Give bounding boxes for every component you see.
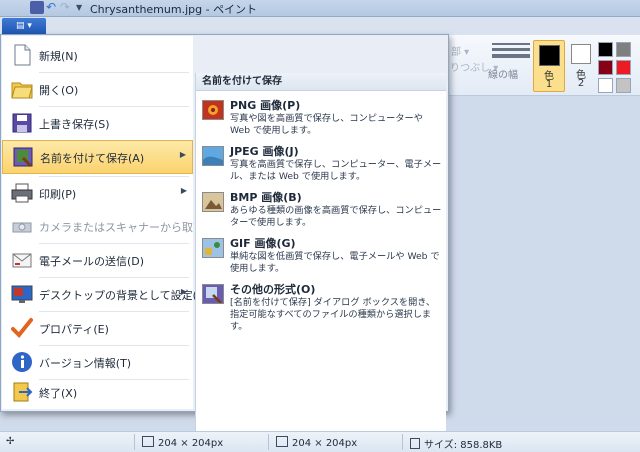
menu-item-label: バージョン情報(T) (39, 357, 132, 370)
submenu-item-title: GIF 画像(G) (230, 237, 296, 250)
menu-import-camera[interactable]: カメラまたはスキャナーから取り込み(M) (2, 210, 244, 242)
bmp-image-icon (202, 192, 224, 212)
printer-icon (11, 183, 33, 203)
application-menu: 新規(N) 開く(O) 上書き保存(S) 名前を付けて保存(A) ▶ 印刷(P)… (0, 34, 449, 443)
save-as-icon (13, 147, 33, 168)
menu-print[interactable]: 印刷(P) ▶ (2, 177, 193, 209)
file-size: サイズ: 858.8KB (410, 436, 502, 451)
menu-exit[interactable]: 終了(X) (2, 376, 193, 408)
submenu-item-desc: あらゆる種類の画像を高画質で保存し、コンピューターで使用します。 (230, 205, 442, 228)
new-file-icon (14, 44, 31, 66)
menu-item-label: プロパティ(E) (39, 323, 109, 336)
image-size-icon (276, 436, 288, 447)
status-divider (268, 434, 269, 450)
quick-access-dropdown-icon[interactable]: ▼ (76, 1, 90, 14)
submenu-arrow-icon: ▶ (179, 150, 186, 159)
status-divider (402, 434, 403, 450)
selection-size-icon (142, 436, 154, 447)
submenu-item-desc: [名前を付けて保存] ダイアログ ボックスを開き、指定可能なすべてのファイルの種… (230, 297, 436, 332)
menu-item-label: 開く(O) (39, 84, 79, 97)
submenu-item-title: JPEG 画像(J) (230, 145, 299, 158)
paint-menu-button[interactable]: ▤ ▾ (2, 18, 46, 34)
other-format-icon (202, 284, 224, 304)
menu-item-label: 名前を付けて保存(A) (40, 152, 145, 165)
info-icon (12, 352, 32, 372)
menu-item-label: 上書き保存(S) (39, 118, 110, 131)
save-as-gif[interactable]: GIF 画像(G) 単純な図を低画質で保存し、電子メールや Web で使用します… (196, 233, 446, 279)
save-as-other-format[interactable]: その他の形式(O) [名前を付けて保存] ダイアログ ボックスを開き、指定可能な… (196, 279, 446, 332)
checkmark-icon (11, 318, 33, 338)
palette-swatch[interactable] (598, 60, 613, 75)
submenu-item-desc: 単純な図を低画質で保存し、電子メールや Web で使用します。 (230, 251, 440, 274)
submenu-item-title: PNG 画像(P) (230, 99, 301, 112)
undo-icon[interactable]: ↶ (46, 1, 60, 14)
menu-item-label: 印刷(P) (39, 188, 77, 201)
palette-swatch[interactable] (598, 78, 613, 93)
gif-image-icon (202, 238, 224, 258)
email-icon (12, 253, 32, 268)
line-width-icon[interactable] (492, 40, 530, 61)
palette-swatch[interactable] (616, 78, 631, 93)
menu-item-label: 新規(N) (39, 50, 78, 63)
color2-swatch (571, 44, 591, 64)
menu-set-desktop[interactable]: デスクトップの背景として設定(B) ▶ (2, 278, 209, 310)
camera-scanner-icon (12, 222, 32, 233)
open-folder-icon (11, 82, 33, 99)
submenu-item-title: その他の形式(O) (230, 283, 316, 296)
save-as-bmp[interactable]: BMP 画像(B) あらゆる種類の画像を高画質で保存し、コンピューターで使用しま… (196, 187, 446, 233)
desktop-background-icon (11, 285, 33, 303)
status-bar: ✢ 204 × 204px 204 × 204px サイズ: 858.8KB (0, 431, 640, 452)
menu-send-email[interactable]: 電子メールの送信(D) (2, 244, 193, 276)
submenu-header: 名前を付けて保存 (196, 73, 446, 91)
color2-button[interactable]: 色 2 (568, 40, 594, 90)
palette-swatch[interactable] (616, 42, 631, 57)
jpeg-image-icon (202, 146, 224, 166)
selection-size: 204 × 204px (142, 436, 223, 449)
menu-item-label: 電子メールの送信(D) (39, 255, 145, 268)
exit-icon (13, 382, 33, 402)
save-as-jpeg[interactable]: JPEG 画像(J) 写真を高画質で保存し、コンピューター、電子メール、または … (196, 141, 446, 187)
submenu-item-desc: 写真を高画質で保存し、コンピューター、電子メール、または Web で使用します。 (230, 159, 442, 182)
palette-swatch[interactable] (616, 60, 631, 75)
cursor-position: ✢ (6, 436, 14, 447)
save-as-submenu: 名前を付けて保存 PNG 画像(P) 写真や図を高画質で保存し、コンピューターや… (195, 73, 446, 443)
submenu-item-title: BMP 画像(B) (230, 191, 302, 204)
color1-button[interactable]: 色 1 (533, 40, 565, 92)
save-as-png[interactable]: PNG 画像(P) 写真や図を高画質で保存し、コンピューターや Web で使用し… (196, 95, 446, 141)
cursor-crosshair-icon: ✢ (6, 436, 15, 447)
menu-save-as[interactable]: 名前を付けて保存(A) ▶ (2, 140, 193, 174)
color1-number: 1 (545, 79, 553, 90)
quick-save-icon[interactable] (30, 1, 44, 14)
window-title: Chrysanthemum.jpg - ペイント (90, 3, 258, 16)
menu-commands: 新規(N) 開く(O) 上書き保存(S) 名前を付けて保存(A) ▶ 印刷(P)… (2, 36, 244, 409)
submenu-arrow-icon: ▶ (180, 287, 187, 296)
ribbon-ghost-text: 部 ▾ (451, 47, 470, 58)
line-width-label: 線の幅 (488, 70, 518, 81)
menu-open[interactable]: 開く(O) (2, 73, 193, 105)
submenu-arrow-icon: ▶ (180, 186, 187, 195)
disk-icon (410, 438, 420, 449)
color1-swatch (539, 45, 560, 66)
submenu-item-desc: 写真や図を高画質で保存し、コンピューターや Web で使用します。 (230, 113, 423, 136)
menu-about[interactable]: バージョン情報(T) (2, 346, 193, 378)
color2-number: 2 (577, 78, 585, 89)
redo-icon[interactable]: ↷ (60, 1, 74, 14)
menu-item-label: 終了(X) (39, 387, 78, 400)
save-icon (12, 113, 32, 133)
palette-swatch[interactable] (598, 42, 613, 57)
png-image-icon (202, 100, 224, 120)
menu-new[interactable]: 新規(N) (2, 39, 193, 71)
image-size: 204 × 204px (276, 436, 357, 449)
menu-properties[interactable]: プロパティ(E) (2, 312, 193, 344)
menu-save[interactable]: 上書き保存(S) (2, 107, 193, 139)
status-divider (134, 434, 135, 450)
title-bar: ↶ ↷ ▼ Chrysanthemum.jpg - ペイント (0, 0, 640, 17)
